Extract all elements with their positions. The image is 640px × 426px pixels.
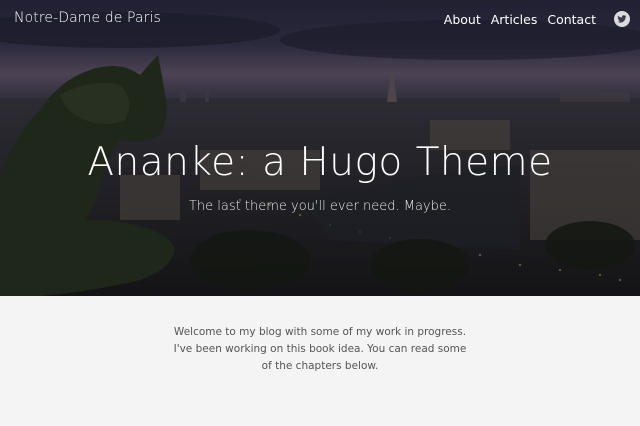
site-title-link[interactable]: Notre-Dame de Paris [14,10,161,26]
twitter-icon[interactable] [614,11,630,27]
hero-title: Ananke: a Hugo Theme [87,140,553,185]
hero-header: Notre-Dame de Paris About Articles Conta… [0,0,640,296]
menu-item-articles[interactable]: Articles [491,12,538,27]
top-navigation: Notre-Dame de Paris About Articles Conta… [0,0,640,38]
main-content: Welcome to my blog with some of my work … [0,296,640,426]
menu-item-contact[interactable]: Contact [547,12,596,27]
hero-subtitle: The last theme you'll ever need. Maybe. [188,199,451,214]
hero-content: Ananke: a Hugo Theme The last theme you'… [0,140,640,214]
intro-paragraph: Welcome to my blog with some of my work … [173,326,467,372]
menu-item-about[interactable]: About [444,12,481,27]
main-menu: About Articles Contact [434,11,630,27]
twitter-bird-glyph [617,15,627,23]
